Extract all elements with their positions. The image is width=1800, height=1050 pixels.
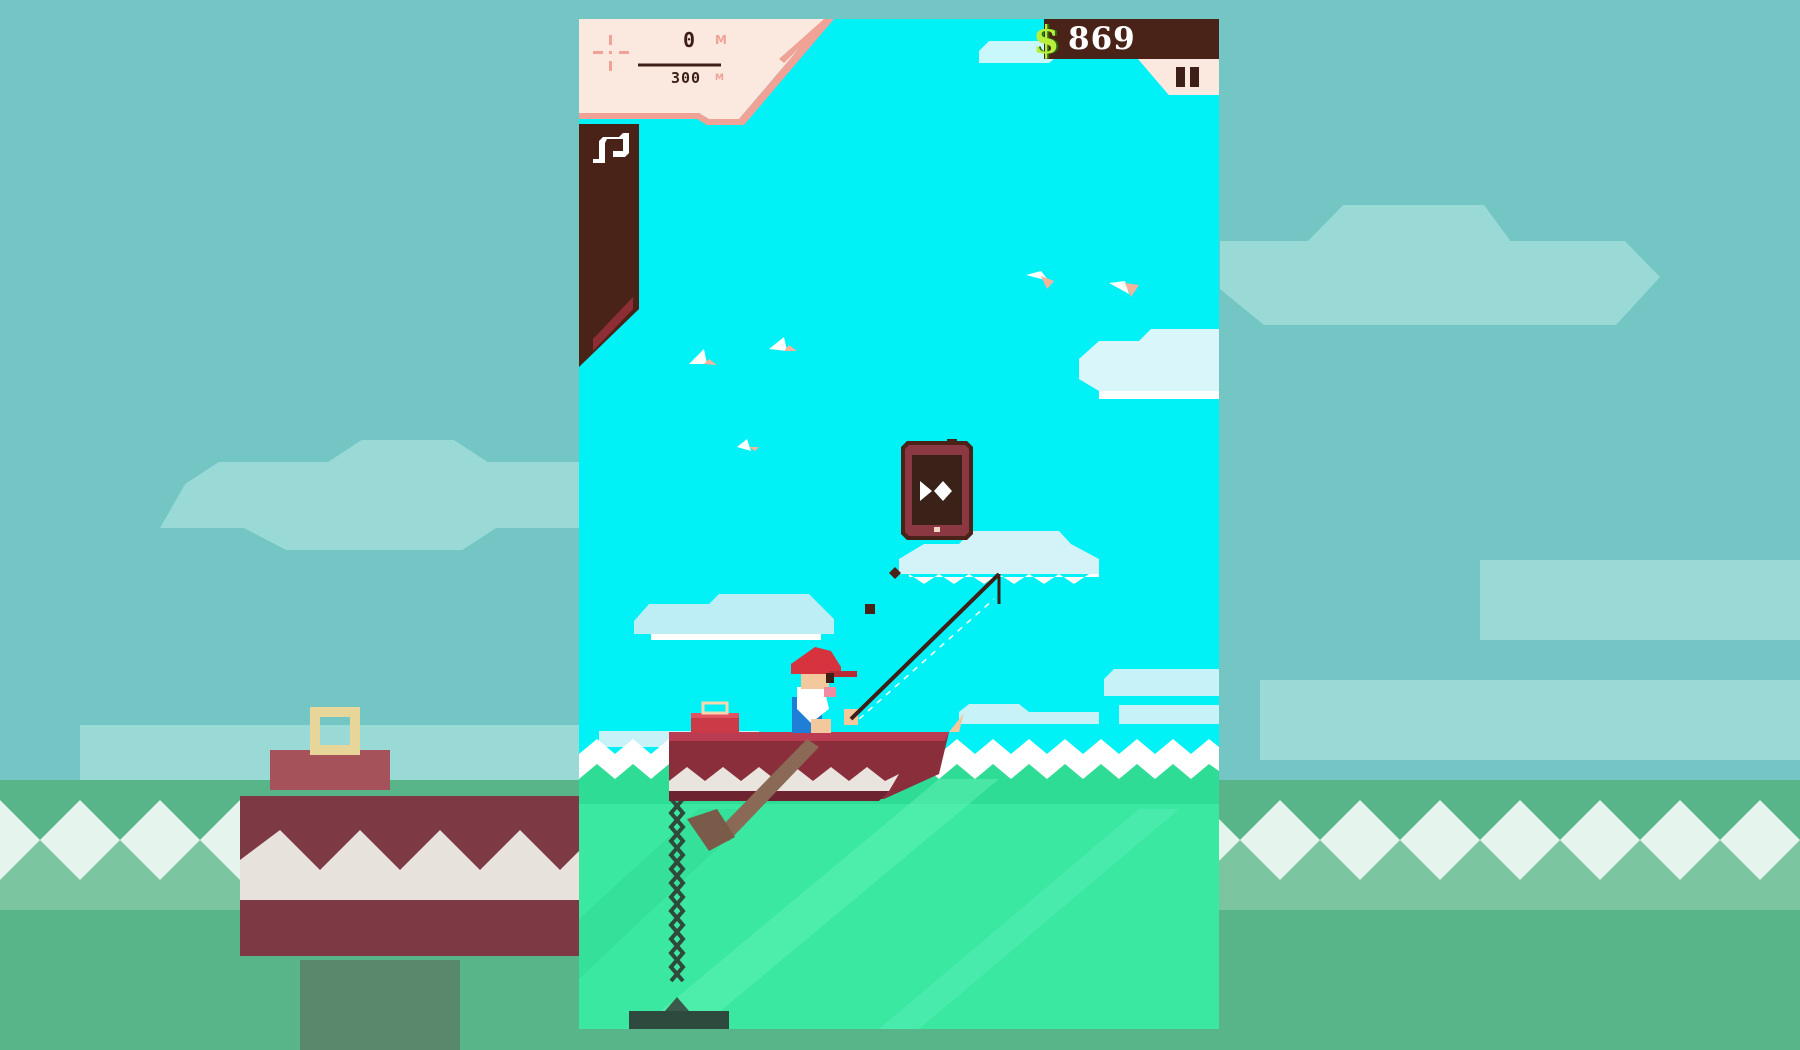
pause-icon[interactable]: [1176, 67, 1200, 87]
cloud: [1104, 669, 1219, 696]
current-depth-unit: M: [715, 33, 727, 47]
backdrop-cloud: [1260, 680, 1800, 760]
game-screen[interactable]: 0 M 300 M $ 869: [579, 19, 1219, 1029]
fast-forward-icon: [920, 481, 952, 501]
max-depth-unit: M: [715, 73, 724, 83]
max-depth: 300: [671, 69, 702, 87]
current-depth: 0: [683, 28, 696, 52]
anchor: [629, 1011, 729, 1029]
backdrop-cloud: [1480, 560, 1800, 640]
money-count: 869: [1068, 21, 1136, 57]
money-symbol: $: [1033, 19, 1060, 62]
backdrop-boat: [240, 707, 580, 1050]
music-note-icon[interactable]: [589, 129, 633, 169]
crosshair-icon: [593, 35, 629, 71]
game-scene: [579, 19, 1219, 1029]
